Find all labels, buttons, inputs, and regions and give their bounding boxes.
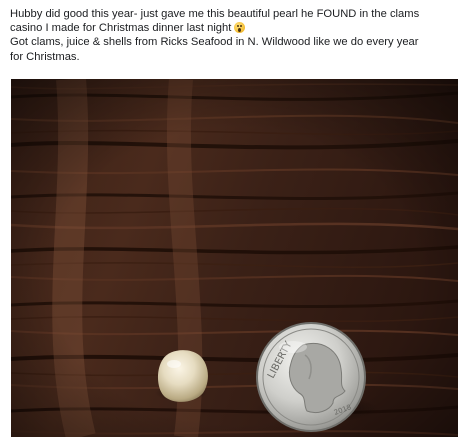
astonished-face-emoji-icon [234, 22, 246, 34]
post-photo[interactable]: LIBERTY 2018 [11, 79, 458, 437]
post-text-line-4: for Christmas. [10, 50, 80, 63]
post-text-line-2-text: casino I made for Christmas dinner last … [10, 22, 232, 35]
pearl-and-dime-photo: LIBERTY 2018 [11, 79, 458, 437]
post-text-line-2: casino I made for Christmas dinner last … [10, 21, 462, 35]
post-text-line-3: Got clams, juice & shells from Ricks Sea… [10, 36, 419, 49]
post-text: Hubby did good this year- just gave me t… [10, 7, 462, 64]
post-text-line-1: Hubby did good this year- just gave me t… [10, 8, 420, 20]
social-post: Hubby did good this year- just gave me t… [0, 0, 469, 437]
photo-vignette [11, 79, 458, 437]
